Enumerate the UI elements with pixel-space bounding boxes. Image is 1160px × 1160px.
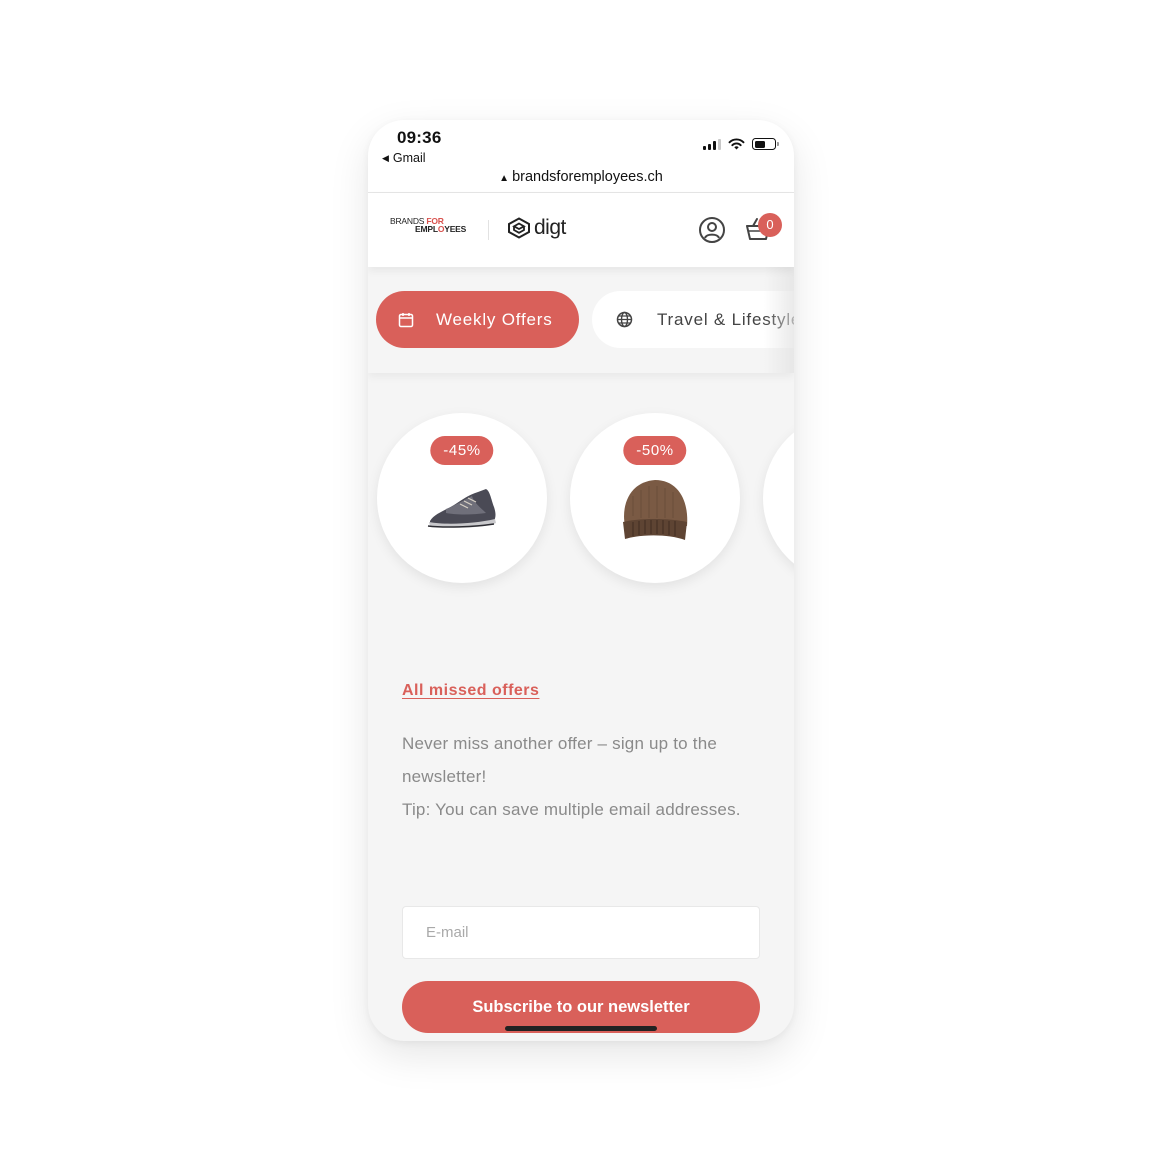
newsletter-text-line: Never miss another offer – sign up to th… bbox=[402, 734, 717, 786]
back-triangle-icon: ◀ bbox=[382, 152, 389, 163]
url-text: brandsforemployees.ch bbox=[512, 169, 663, 185]
product-carousel: -45% -50% bbox=[368, 410, 794, 590]
running-shoe-image bbox=[427, 489, 496, 528]
category-tab-weekly-offers[interactable]: Weekly Offers bbox=[376, 291, 579, 348]
warning-icon: ▲ bbox=[499, 173, 510, 184]
email-input[interactable] bbox=[402, 906, 760, 959]
wifi-icon bbox=[728, 138, 745, 150]
category-tabs: Weekly Offers Travel & Lifestyle bbox=[368, 267, 794, 373]
knit-beanie-image bbox=[623, 480, 688, 540]
site-header: BRANDS FOR EMPLOYEES digt 0 bbox=[368, 193, 794, 267]
logo-text: YEES bbox=[444, 224, 467, 234]
product-card[interactable]: -45% bbox=[377, 413, 547, 583]
category-tab-label: Travel & Lifestyle bbox=[657, 309, 794, 329]
status-bar: 09:36 ◀ Gmail ▲ brandsforemployees.ch bbox=[368, 120, 794, 193]
discount-badge: -45% bbox=[430, 436, 494, 465]
back-to-app-button[interactable]: ◀ Gmail bbox=[382, 151, 426, 165]
newsletter-tip-line: Tip: You can save multiple email address… bbox=[402, 800, 741, 819]
back-app-label: Gmail bbox=[392, 151, 426, 165]
status-icons bbox=[703, 138, 779, 150]
url-bar[interactable]: ▲ brandsforemployees.ch bbox=[368, 169, 794, 185]
newsletter-description: Never miss another offer – sign up to th… bbox=[402, 727, 762, 826]
product-card[interactable]: -50% bbox=[570, 413, 740, 583]
digt-cube-icon bbox=[508, 217, 530, 239]
logo-divider bbox=[488, 220, 489, 240]
digt-logo-text: digt bbox=[534, 216, 566, 239]
user-circle-icon[interactable] bbox=[698, 216, 726, 244]
product-card[interactable] bbox=[763, 413, 794, 583]
brands-for-employees-logo[interactable]: BRANDS FOR EMPLOYEES bbox=[390, 217, 467, 234]
battery-icon bbox=[752, 138, 779, 150]
category-tab-travel-lifestyle[interactable]: Travel & Lifestyle bbox=[592, 291, 794, 348]
home-indicator[interactable] bbox=[505, 1026, 657, 1031]
category-tab-label: Weekly Offers bbox=[436, 309, 553, 329]
calendar-icon bbox=[398, 312, 414, 328]
discount-badge: -50% bbox=[623, 436, 687, 465]
globe-icon bbox=[616, 311, 633, 328]
all-missed-offers-link[interactable]: All missed offers bbox=[402, 682, 539, 700]
status-time: 09:36 bbox=[397, 128, 442, 147]
cart-count-badge: 0 bbox=[758, 213, 782, 237]
phone-frame: 09:36 ◀ Gmail ▲ brandsforemployees.ch BRA… bbox=[368, 120, 794, 1041]
logo-text: EMPL bbox=[415, 224, 438, 234]
digt-logo[interactable]: digt bbox=[507, 216, 566, 240]
cell-signal-icon bbox=[703, 138, 721, 150]
